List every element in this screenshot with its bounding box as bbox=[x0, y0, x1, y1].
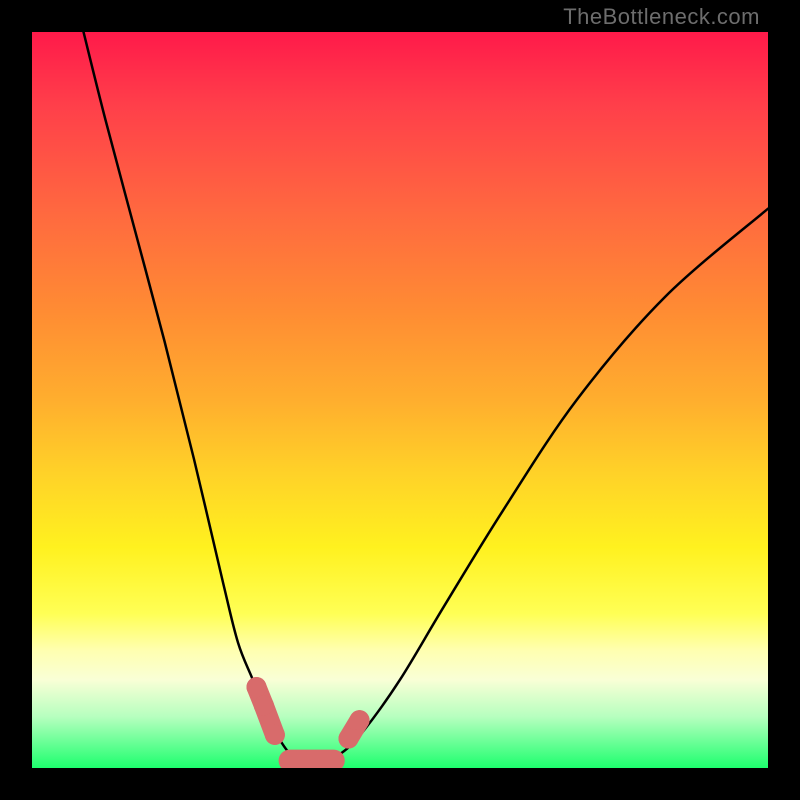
chart-left-curve bbox=[84, 32, 312, 768]
chart-marker-2 bbox=[265, 725, 285, 745]
chart-svg-layer bbox=[32, 32, 768, 768]
chart-marker-0 bbox=[246, 677, 266, 697]
chart-marker-4 bbox=[350, 710, 370, 730]
chart-marker-3 bbox=[338, 729, 358, 749]
chart-right-curve bbox=[312, 209, 768, 768]
chart-marker-1 bbox=[254, 695, 274, 715]
watermark-text: TheBottleneck.com bbox=[563, 4, 760, 30]
chart-markers bbox=[246, 677, 369, 761]
chart-plot-area bbox=[32, 32, 768, 768]
